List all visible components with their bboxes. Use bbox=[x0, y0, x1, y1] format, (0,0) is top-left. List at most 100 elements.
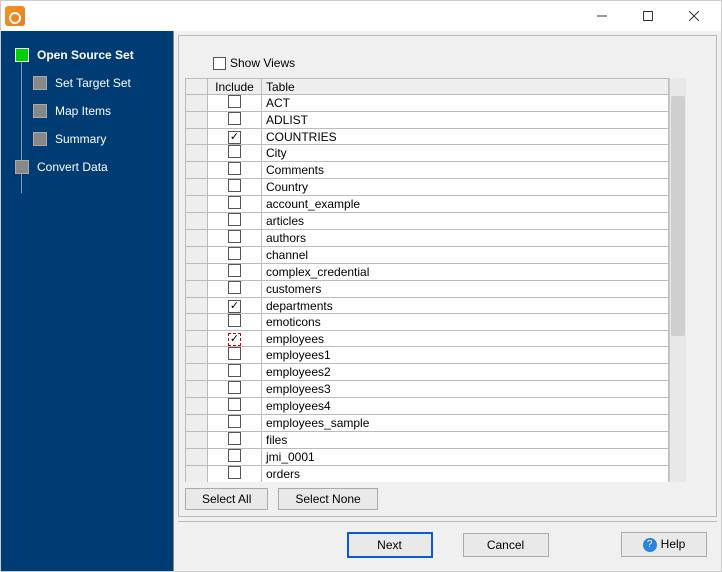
table-row[interactable]: employees1 bbox=[186, 347, 669, 364]
table-row[interactable]: jmi_0001 bbox=[186, 449, 669, 466]
table-name-cell: files bbox=[262, 432, 669, 449]
vertical-scrollbar[interactable] bbox=[669, 78, 686, 482]
include-checkbox[interactable] bbox=[228, 415, 241, 428]
table-name-cell: COUNTRIES bbox=[262, 129, 669, 145]
table-row[interactable]: channel bbox=[186, 247, 669, 264]
step-node-icon bbox=[33, 132, 47, 146]
table-row[interactable]: ACT bbox=[186, 95, 669, 112]
show-views-label: Show Views bbox=[230, 56, 295, 70]
wizard-step-convert-data[interactable]: Convert Data bbox=[1, 153, 173, 181]
include-checkbox[interactable] bbox=[228, 449, 241, 462]
row-header bbox=[186, 196, 208, 213]
include-checkbox[interactable] bbox=[228, 364, 241, 377]
help-button[interactable]: ? Help bbox=[621, 532, 707, 557]
table-name-cell: employees_sample bbox=[262, 415, 669, 432]
table-name-cell: complex_credential bbox=[262, 264, 669, 281]
row-header bbox=[186, 112, 208, 129]
row-header bbox=[186, 162, 208, 179]
help-label: Help bbox=[661, 537, 686, 551]
table-name-cell: emoticons bbox=[262, 314, 669, 331]
table-row[interactable]: employees_sample bbox=[186, 415, 669, 432]
table-row[interactable]: emoticons bbox=[186, 314, 669, 331]
row-header bbox=[186, 466, 208, 483]
table-row[interactable]: employees4 bbox=[186, 398, 669, 415]
minimize-button[interactable] bbox=[579, 1, 625, 31]
include-checkbox[interactable] bbox=[228, 314, 241, 327]
tables-grid[interactable]: Include Table ACTADLISTCOUNTRIESCityComm… bbox=[185, 78, 669, 482]
wizard-step-summary[interactable]: Summary bbox=[1, 125, 173, 153]
show-views-checkbox[interactable] bbox=[213, 57, 226, 70]
table-row[interactable]: files bbox=[186, 432, 669, 449]
table-row[interactable]: complex_credential bbox=[186, 264, 669, 281]
include-header[interactable]: Include bbox=[208, 79, 262, 95]
row-header bbox=[186, 381, 208, 398]
include-checkbox[interactable] bbox=[228, 162, 241, 175]
table-row[interactable]: orders bbox=[186, 466, 669, 483]
table-header[interactable]: Table bbox=[262, 79, 669, 95]
row-header bbox=[186, 247, 208, 264]
table-row[interactable]: ADLIST bbox=[186, 112, 669, 129]
table-row[interactable]: employees3 bbox=[186, 381, 669, 398]
include-checkbox[interactable] bbox=[228, 432, 241, 445]
table-row[interactable]: City bbox=[186, 145, 669, 162]
table-name-cell: employees2 bbox=[262, 364, 669, 381]
include-checkbox[interactable] bbox=[228, 196, 241, 209]
row-header bbox=[186, 364, 208, 381]
wizard-step-set-target-set[interactable]: Set Target Set bbox=[1, 69, 173, 97]
table-name-cell: authors bbox=[262, 230, 669, 247]
include-checkbox[interactable] bbox=[228, 300, 241, 313]
table-row[interactable]: Comments bbox=[186, 162, 669, 179]
table-name-cell: ACT bbox=[262, 95, 669, 112]
table-row[interactable]: departments bbox=[186, 298, 669, 314]
include-checkbox[interactable] bbox=[228, 145, 241, 158]
wizard-step-map-items[interactable]: Map Items bbox=[1, 97, 173, 125]
cancel-button[interactable]: Cancel bbox=[463, 533, 549, 557]
include-checkbox[interactable] bbox=[228, 247, 241, 260]
table-row[interactable]: account_example bbox=[186, 196, 669, 213]
table-row[interactable]: employees bbox=[186, 331, 669, 347]
row-header bbox=[186, 129, 208, 145]
include-checkbox[interactable] bbox=[228, 264, 241, 277]
step-label: Summary bbox=[55, 132, 106, 146]
select-all-button[interactable]: Select All bbox=[185, 488, 268, 510]
table-row[interactable]: authors bbox=[186, 230, 669, 247]
table-row[interactable]: COUNTRIES bbox=[186, 129, 669, 145]
include-checkbox[interactable] bbox=[228, 466, 241, 479]
include-checkbox[interactable] bbox=[228, 95, 241, 108]
next-button[interactable]: Next bbox=[347, 532, 433, 558]
include-checkbox[interactable] bbox=[228, 112, 241, 125]
include-checkbox[interactable] bbox=[228, 381, 241, 394]
include-checkbox[interactable] bbox=[228, 281, 241, 294]
table-row[interactable]: employees2 bbox=[186, 364, 669, 381]
step-label: Map Items bbox=[55, 104, 111, 118]
include-checkbox[interactable] bbox=[228, 333, 241, 346]
table-name-cell: account_example bbox=[262, 196, 669, 213]
app-icon bbox=[5, 6, 25, 26]
table-row[interactable]: customers bbox=[186, 281, 669, 298]
include-checkbox[interactable] bbox=[228, 213, 241, 226]
select-none-button[interactable]: Select None bbox=[278, 488, 377, 510]
row-header bbox=[186, 298, 208, 314]
table-row[interactable]: articles bbox=[186, 213, 669, 230]
table-name-cell: orders bbox=[262, 466, 669, 483]
include-checkbox[interactable] bbox=[228, 179, 241, 192]
include-checkbox[interactable] bbox=[228, 230, 241, 243]
table-row[interactable]: Country bbox=[186, 179, 669, 196]
step-label: Open Source Set bbox=[37, 48, 134, 62]
wizard-step-open-source-set[interactable]: Open Source Set bbox=[1, 41, 173, 69]
step-node-icon bbox=[15, 160, 29, 174]
close-button[interactable] bbox=[671, 1, 717, 31]
table-name-cell: employees1 bbox=[262, 347, 669, 364]
table-name-cell: City bbox=[262, 145, 669, 162]
step-label: Set Target Set bbox=[55, 76, 131, 90]
include-checkbox[interactable] bbox=[228, 398, 241, 411]
row-header-col bbox=[186, 79, 208, 95]
maximize-button[interactable] bbox=[625, 1, 671, 31]
row-header bbox=[186, 415, 208, 432]
table-name-cell: employees bbox=[262, 331, 669, 347]
titlebar bbox=[1, 1, 721, 31]
include-checkbox[interactable] bbox=[228, 347, 241, 360]
include-checkbox[interactable] bbox=[228, 131, 241, 144]
help-icon: ? bbox=[643, 538, 657, 552]
row-header bbox=[186, 331, 208, 347]
